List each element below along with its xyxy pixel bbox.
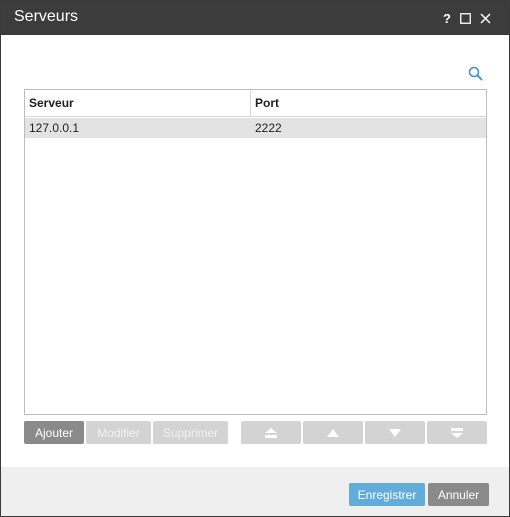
table-header: Serveur Port (25, 90, 486, 117)
column-header-server[interactable]: Serveur (25, 90, 251, 117)
column-header-port[interactable]: Port (251, 90, 486, 117)
port-cell: 2222 (255, 121, 282, 135)
search-button[interactable] (467, 65, 485, 83)
delete-button[interactable]: Supprimer (153, 421, 228, 444)
move-to-top-icon (265, 427, 277, 438)
maximize-icon (459, 12, 471, 24)
help-button[interactable]: ? (439, 9, 455, 27)
server-cell: 127.0.0.1 (29, 121, 80, 135)
edit-button[interactable]: Modifier (86, 421, 151, 444)
move-to-bottom-icon (451, 427, 463, 438)
close-icon (479, 12, 491, 24)
move-to-bottom-button[interactable] (427, 421, 487, 444)
move-down-icon (389, 428, 401, 437)
dialog-title: Serveurs (14, 8, 79, 25)
servers-table: Serveur Port 127.0.0.1 2222 (24, 89, 487, 415)
move-up-button[interactable] (303, 421, 363, 444)
search-icon (468, 66, 483, 81)
move-to-top-button[interactable] (241, 421, 301, 444)
close-button[interactable] (477, 9, 493, 27)
add-button[interactable]: Ajouter (24, 421, 84, 444)
servers-dialog: Serveurs ? Serveur Port 127.0.0.1 2222 A… (0, 0, 510, 517)
maximize-button[interactable] (457, 9, 473, 27)
title-bar: Serveurs ? (1, 1, 509, 35)
table-row[interactable]: 127.0.0.1 2222 (25, 118, 486, 138)
help-icon: ? (443, 10, 451, 26)
move-down-button[interactable] (365, 421, 425, 444)
cancel-button[interactable]: Annuler (428, 483, 489, 506)
move-up-icon (327, 428, 339, 437)
save-button[interactable]: Enregistrer (349, 483, 425, 506)
